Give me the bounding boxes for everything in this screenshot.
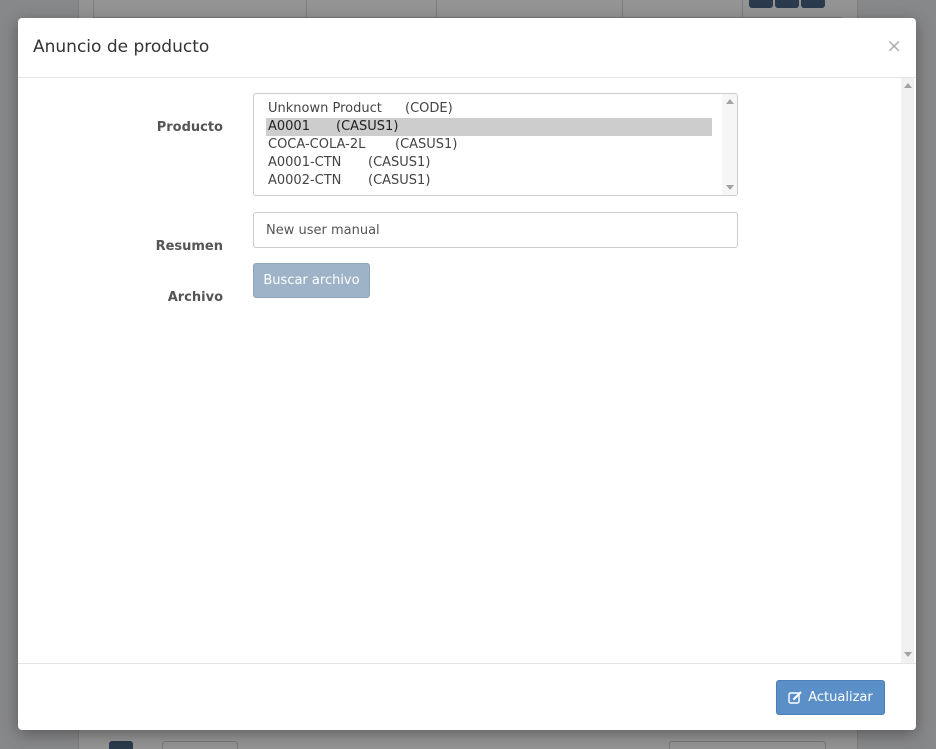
- update-button[interactable]: Actualizar: [776, 680, 885, 715]
- product-option[interactable]: A0002-CTN (CASUS1): [266, 172, 712, 190]
- product-option-code: (CASUS1): [368, 155, 431, 170]
- modal-header: Anuncio de producto ×: [18, 18, 916, 78]
- product-option-name: Unknown Product: [268, 101, 382, 116]
- product-select-list[interactable]: A0002-CTN (CASUS1) A0001-CTN (CASUS1) COCA-C…: [253, 93, 738, 196]
- product-list-scrollbar[interactable]: [722, 94, 737, 195]
- product-option-name: A0002-CTN: [268, 173, 342, 188]
- file-label: Archivo: [167, 290, 223, 305]
- browse-file-button[interactable]: Buscar archivo: [253, 263, 370, 298]
- modal-title: Anuncio de producto: [33, 37, 210, 57]
- product-option-code: (CODE): [405, 101, 453, 116]
- modal-footer: Actualizar: [18, 663, 916, 730]
- summary-input[interactable]: [253, 212, 738, 248]
- edit-icon: [788, 691, 802, 704]
- scroll-down-arrow-icon[interactable]: [726, 185, 734, 190]
- modal-body-scrollbar[interactable]: [901, 78, 914, 663]
- product-option[interactable]: COCA-COLA-2L (CASUS1): [266, 136, 712, 154]
- modal-body: Producto A0002-CTN (CASUS1) A0001-CTN (CASU…: [18, 78, 916, 663]
- scroll-up-arrow-icon[interactable]: [904, 83, 912, 88]
- product-option-name: COCA-COLA-2L: [268, 137, 366, 152]
- product-option-name: A0001: [268, 119, 310, 134]
- product-option[interactable]: Unknown Product (CODE): [266, 100, 712, 118]
- summary-label: Resumen: [155, 239, 223, 254]
- product-option-code: (CASUS1): [395, 137, 458, 152]
- product-label: Producto: [156, 120, 223, 135]
- product-option-code: (CASUS1): [368, 173, 431, 188]
- product-option-name: A0001-CTN: [268, 155, 342, 170]
- product-option[interactable]: A0001-CTN (CASUS1): [266, 154, 712, 172]
- product-option-code: (CASUS1): [336, 119, 399, 134]
- scroll-up-arrow-icon[interactable]: [726, 99, 734, 104]
- close-icon[interactable]: ×: [886, 35, 902, 57]
- update-button-label: Actualizar: [808, 690, 873, 705]
- scroll-down-arrow-icon[interactable]: [904, 652, 912, 657]
- product-announcement-modal: Anuncio de producto × Producto A0002-CTN…: [18, 18, 916, 730]
- product-option[interactable]: A0001 (CASUS1): [266, 118, 712, 136]
